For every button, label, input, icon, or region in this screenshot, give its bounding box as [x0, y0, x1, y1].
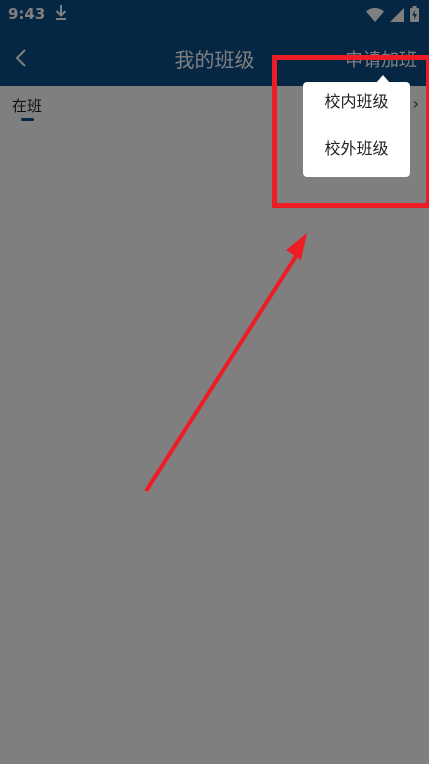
- annotation-arrow-icon: [144, 233, 307, 493]
